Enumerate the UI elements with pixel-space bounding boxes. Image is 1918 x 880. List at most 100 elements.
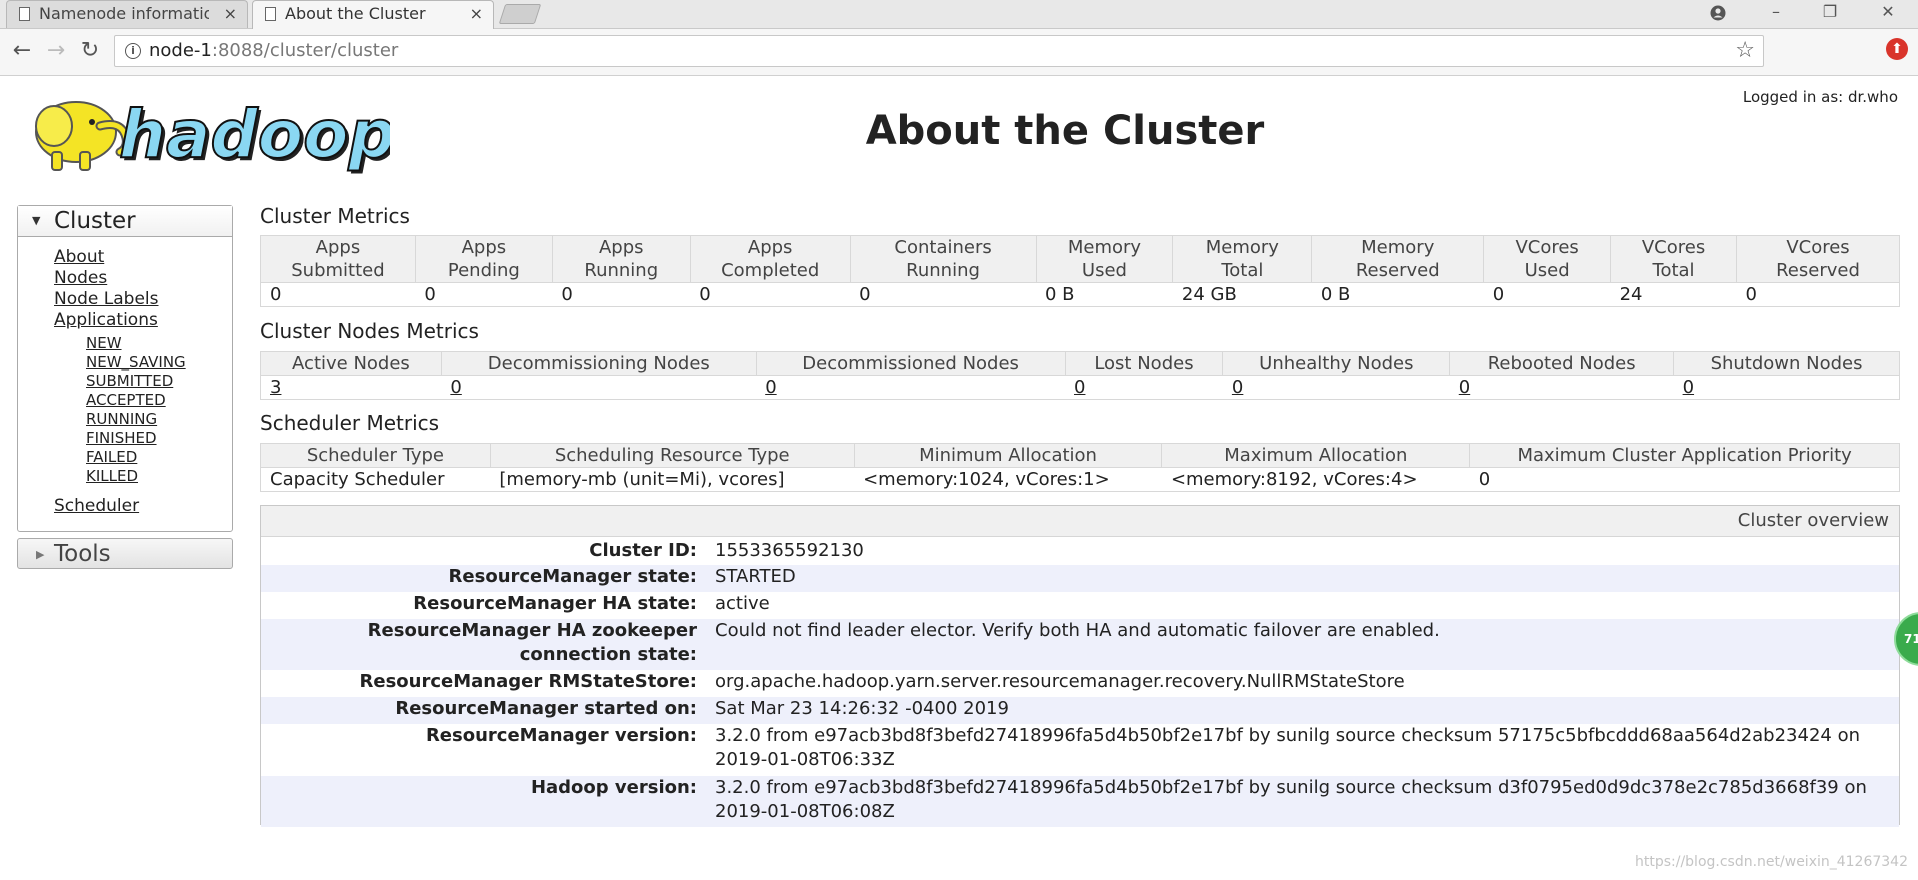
forward-arrow-icon[interactable]: → bbox=[42, 37, 70, 65]
overview-row-rm-version: ResourceManager version: 3.2.0 from e97a… bbox=[261, 724, 1899, 776]
overview-value: Could not find leader elector. Verify bo… bbox=[715, 620, 1440, 641]
column-header[interactable]: Shutdown Nodes bbox=[1673, 351, 1900, 376]
column-header[interactable]: Apps Pending bbox=[414, 235, 553, 283]
column-header[interactable]: Apps Completed bbox=[689, 235, 851, 283]
nav-link-node-labels[interactable]: Node Labels bbox=[54, 289, 159, 309]
url-text[interactable]: node-1:8088/cluster/cluster bbox=[149, 36, 398, 66]
overview-row-rm-started: ResourceManager started on: Sat Mar 23 1… bbox=[261, 697, 1899, 724]
reload-icon[interactable]: ↻ bbox=[76, 37, 104, 65]
cluster-nav-panel: ▼ Cluster About Nodes Node Labels Applic… bbox=[17, 205, 233, 532]
sidebar: ▼ Cluster About Nodes Node Labels Applic… bbox=[17, 205, 233, 569]
site-info-icon[interactable]: i bbox=[125, 43, 141, 59]
nav-link-app-new-saving[interactable]: NEW_SAVING bbox=[86, 353, 186, 371]
close-tab-icon[interactable]: × bbox=[470, 1, 483, 27]
column-header[interactable]: Apps Running bbox=[551, 235, 691, 283]
address-bar[interactable]: i node-1:8088/cluster/cluster ☆ bbox=[114, 35, 1764, 67]
nav-link-applications[interactable]: Applications bbox=[54, 310, 158, 330]
document-icon bbox=[265, 7, 276, 21]
active-nodes-link[interactable]: 3 bbox=[270, 377, 281, 398]
shutdown-nodes-link[interactable]: 0 bbox=[1683, 377, 1694, 398]
extension-icon[interactable]: ⬆ bbox=[1886, 38, 1908, 60]
table-cell: 0 bbox=[1065, 375, 1223, 400]
column-header[interactable]: VCores Total bbox=[1610, 235, 1737, 283]
overview-key: ResourceManager started on: bbox=[395, 698, 697, 719]
nav-link-app-running[interactable]: RUNNING bbox=[86, 410, 157, 428]
table-cell: 0 bbox=[1673, 375, 1900, 400]
cluster-overview-panel: Cluster overview Cluster ID: 15533655921… bbox=[260, 505, 1900, 827]
column-header[interactable]: Rebooted Nodes bbox=[1449, 351, 1675, 376]
decommissioning-nodes-link[interactable]: 0 bbox=[450, 377, 461, 398]
column-header[interactable]: Unhealthy Nodes bbox=[1222, 351, 1451, 376]
lost-nodes-link[interactable]: 0 bbox=[1074, 377, 1085, 398]
tools-nav-label: Tools bbox=[54, 541, 111, 567]
table-cell: 0 bbox=[1736, 282, 1900, 307]
column-header[interactable]: Decommissioned Nodes bbox=[755, 351, 1066, 376]
column-header[interactable]: Memory Total bbox=[1172, 235, 1313, 283]
column-header[interactable]: Minimum Allocation bbox=[853, 443, 1163, 468]
tools-nav-panel[interactable]: ▶ Tools bbox=[17, 538, 233, 569]
table-cell: Capacity Scheduler bbox=[260, 467, 491, 492]
column-header[interactable]: Active Nodes bbox=[260, 351, 442, 376]
profile-icon[interactable] bbox=[1698, 0, 1738, 28]
column-header[interactable]: Containers Running bbox=[849, 235, 1037, 283]
close-tab-icon[interactable]: × bbox=[224, 1, 237, 27]
column-header[interactable]: Scheduler Type bbox=[260, 443, 491, 468]
minimize-window-icon[interactable]: – bbox=[1756, 0, 1796, 28]
nav-link-app-submitted[interactable]: SUBMITTED bbox=[86, 372, 173, 390]
restore-window-icon[interactable]: ❐ bbox=[1810, 0, 1850, 28]
table-cell: 0 bbox=[690, 282, 851, 307]
scheduler-metrics-title: Scheduler Metrics bbox=[260, 411, 440, 435]
nav-link-app-finished[interactable]: FINISHED bbox=[86, 429, 157, 447]
table-cell: 0 bbox=[850, 282, 1036, 307]
nav-link-app-killed[interactable]: KILLED bbox=[86, 467, 138, 485]
nav-link-app-failed[interactable]: FAILED bbox=[86, 448, 137, 466]
table-cell: 24 bbox=[1610, 282, 1737, 307]
table-cell: 0 B bbox=[1311, 282, 1484, 307]
logged-in-user: Logged in as: dr.who bbox=[1742, 88, 1898, 106]
overview-value: org.apache.hadoop.yarn.server.resourcema… bbox=[715, 671, 1405, 692]
table-cell: 0 bbox=[260, 282, 416, 307]
unhealthy-nodes-link[interactable]: 0 bbox=[1232, 377, 1243, 398]
back-arrow-icon[interactable]: ← bbox=[8, 37, 36, 65]
cluster-metrics-header-row: Apps Submitted Apps Pending Apps Running Ap… bbox=[260, 235, 1900, 283]
browser-tab-strip: Namenode information × About the Cluster… bbox=[0, 0, 1918, 29]
overview-row-rm-ha-state: ResourceManager HA state: active bbox=[261, 592, 1899, 619]
column-header[interactable]: Apps Submitted bbox=[260, 235, 416, 283]
overview-row-rm-statestore: ResourceManager RMStateStore: org.apache… bbox=[261, 670, 1899, 697]
decommissioned-nodes-link[interactable]: 0 bbox=[765, 377, 776, 398]
triangle-right-icon: ▶ bbox=[36, 548, 45, 561]
bookmark-star-icon[interactable]: ☆ bbox=[1735, 38, 1755, 64]
nav-link-about[interactable]: About bbox=[54, 247, 104, 267]
watermark: https://blog.csdn.net/weixin_41267342 bbox=[1634, 854, 1908, 870]
column-header[interactable]: VCores Used bbox=[1483, 235, 1612, 283]
table-cell: 0 bbox=[1222, 375, 1450, 400]
column-header[interactable]: Maximum Cluster Application Priority bbox=[1469, 443, 1900, 468]
nav-link-app-accepted[interactable]: ACCEPTED bbox=[86, 391, 166, 409]
column-header[interactable]: Memory Used bbox=[1035, 235, 1174, 283]
browser-tab-about-cluster[interactable]: About the Cluster × bbox=[252, 0, 494, 29]
cluster-metrics-table: Apps Submitted Apps Pending Apps Running Ap… bbox=[260, 235, 1900, 307]
browser-tab-namenode[interactable]: Namenode information × bbox=[6, 0, 248, 28]
overview-value: 1553365592130 bbox=[715, 540, 864, 561]
table-cell: <memory:1024, vCores:1> bbox=[854, 467, 1162, 492]
nav-link-nodes[interactable]: Nodes bbox=[54, 268, 107, 288]
column-header[interactable]: Decommissioning Nodes bbox=[440, 351, 757, 376]
cluster-nav-header[interactable]: ▼ Cluster bbox=[18, 206, 232, 237]
column-header[interactable]: Memory Reserved bbox=[1311, 235, 1485, 283]
nav-link-app-new[interactable]: NEW bbox=[86, 334, 122, 352]
table-cell: 3 bbox=[260, 375, 442, 400]
column-header[interactable]: Lost Nodes bbox=[1064, 351, 1224, 376]
column-header[interactable]: Maximum Allocation bbox=[1161, 443, 1471, 468]
nav-link-scheduler[interactable]: Scheduler bbox=[54, 496, 139, 516]
new-tab-button[interactable] bbox=[498, 4, 542, 24]
column-header[interactable]: VCores Reserved bbox=[1736, 235, 1900, 283]
overview-value: Sat Mar 23 14:26:32 -0400 2019 bbox=[715, 698, 1009, 719]
table-cell: [memory-mb (unit=Mi), vcores] bbox=[490, 467, 855, 492]
close-window-icon[interactable]: ✕ bbox=[1868, 0, 1908, 28]
table-cell: 24 GB bbox=[1172, 282, 1312, 307]
table-cell: 0 bbox=[415, 282, 553, 307]
rebooted-nodes-link[interactable]: 0 bbox=[1459, 377, 1470, 398]
column-header[interactable]: Scheduling Resource Type bbox=[489, 443, 855, 468]
page-title: About the Cluster bbox=[865, 108, 1265, 154]
table-cell: <memory:8192, vCores:4> bbox=[1161, 467, 1470, 492]
